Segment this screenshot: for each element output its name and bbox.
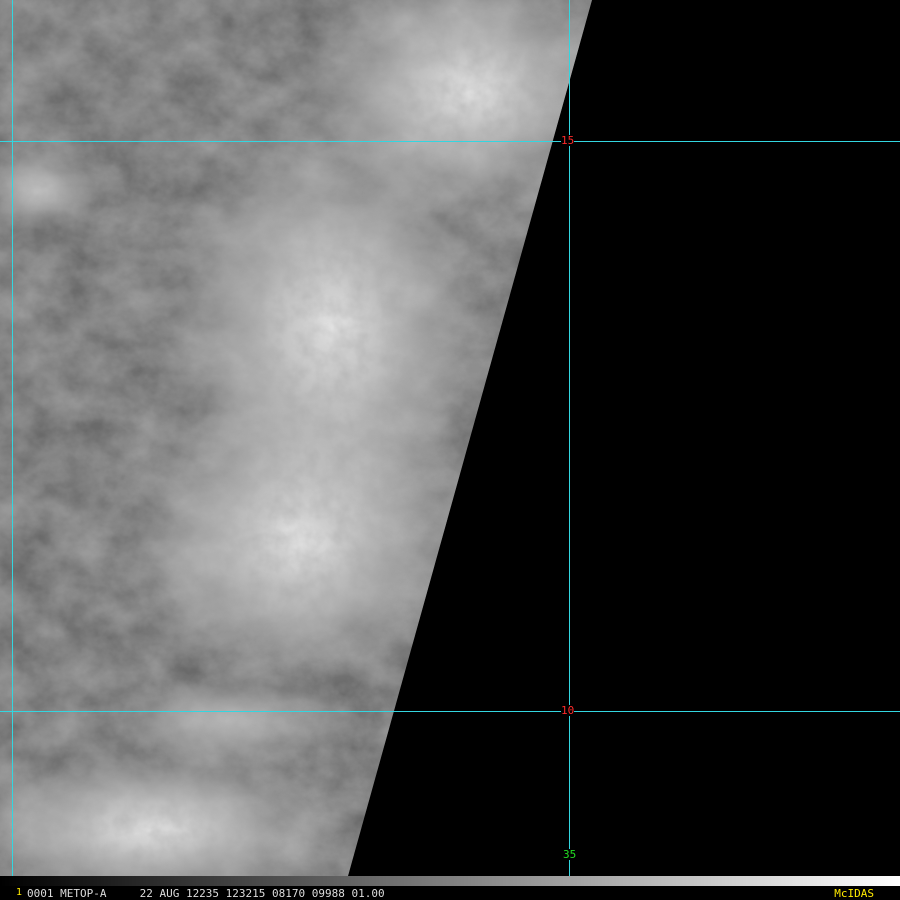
latitude-label-15: 15 bbox=[561, 134, 575, 147]
grayscale-ramp bbox=[0, 876, 900, 886]
satellite-viewer: 15 10 35 bbox=[0, 0, 900, 900]
satellite-imagery bbox=[0, 0, 900, 876]
latitude-label-10: 10 bbox=[561, 704, 575, 717]
frame-number: 1 bbox=[16, 887, 23, 898]
status-bar: 1 0001 METOP-A 22 AUG 12235 123215 08170… bbox=[0, 886, 900, 900]
image-info-line: 0001 METOP-A 22 AUG 12235 123215 08170 0… bbox=[27, 887, 385, 900]
mcidas-logo-text: McIDAS bbox=[834, 887, 874, 900]
longitude-label-35: 35 bbox=[563, 848, 577, 861]
